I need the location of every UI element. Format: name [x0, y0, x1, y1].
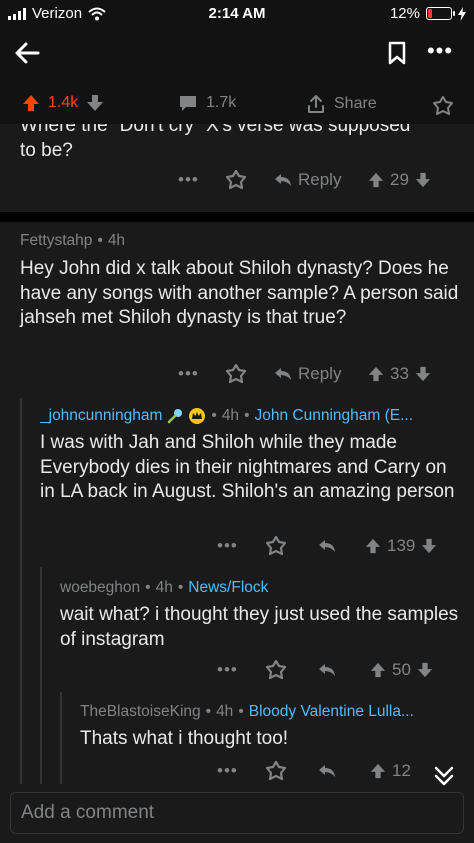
- more-options-icon[interactable]: •••: [217, 761, 238, 781]
- reply-arrow-icon[interactable]: [318, 764, 336, 778]
- comment-age: 4h: [221, 407, 240, 424]
- more-options-icon[interactable]: •••: [178, 364, 199, 384]
- upvote-arrow-icon[interactable]: [368, 172, 384, 188]
- comment-score: 139: [387, 536, 416, 555]
- award-icon[interactable]: [266, 660, 286, 680]
- comment-count: 1.7k: [206, 94, 237, 111]
- comment-text: Thats what i thought too!: [80, 728, 289, 749]
- comment-actions: ••• 139: [0, 532, 474, 560]
- comment-actions: ••• Reply 33: [0, 360, 474, 388]
- comment-actions: ••• Reply 29: [0, 166, 474, 194]
- user-flair: Bloody Valentine Lulla...: [248, 703, 414, 720]
- upvote-arrow-icon[interactable]: [370, 763, 386, 779]
- bookmark-icon[interactable]: [386, 40, 408, 66]
- status-bar: Verizon 2:14 AM 12%: [0, 0, 474, 28]
- upvote-arrow-icon[interactable]: [365, 538, 381, 554]
- divider: [0, 212, 474, 222]
- award-icon[interactable]: [266, 536, 286, 556]
- comment-actions: ••• 12: [0, 757, 474, 784]
- comment-partial: Where the "Don't cry" X's verse was supp…: [0, 124, 474, 212]
- more-options-icon[interactable]: •••: [426, 40, 454, 66]
- downvote-arrow-icon[interactable]: [417, 662, 433, 678]
- award-icon[interactable]: [226, 170, 246, 190]
- award-icon[interactable]: [433, 96, 453, 116]
- comment-author[interactable]: TheBlastoiseKing: [80, 703, 201, 721]
- reply-arrow-icon[interactable]: [318, 663, 336, 677]
- post-vote-group: 1.4k: [22, 94, 104, 112]
- downvote-arrow-icon[interactable]: [86, 94, 104, 112]
- comment-author[interactable]: Fettystahp: [20, 232, 92, 250]
- back-arrow-icon[interactable]: [12, 38, 42, 68]
- comment-age: 4h: [216, 703, 234, 720]
- battery-group: 12%: [390, 5, 466, 22]
- comment-meta: woebeghon • 4h • News/Flock: [60, 579, 269, 597]
- reply-button[interactable]: Reply: [274, 364, 341, 384]
- downvote-arrow-icon[interactable]: [421, 538, 437, 554]
- user-flair: John Cunningham (E...: [254, 407, 414, 424]
- more-options-icon[interactable]: •••: [217, 536, 238, 556]
- upvote-arrow-icon[interactable]: [370, 662, 386, 678]
- comment-score: 12: [392, 761, 411, 780]
- upvote-arrow-icon[interactable]: [368, 366, 384, 382]
- comment-bubble-icon: [180, 96, 196, 111]
- comment-score: 50: [392, 660, 411, 679]
- award-icon[interactable]: [266, 761, 286, 781]
- comment-text: I was with Jah and Shiloh while they mad…: [40, 432, 455, 502]
- comment-score: 33: [390, 364, 409, 383]
- add-comment-input[interactable]: Add a comment: [10, 792, 464, 834]
- comment-actions: ••• 50: [0, 656, 474, 684]
- charging-bolt-icon: [458, 6, 466, 21]
- share-button[interactable]: Share: [306, 94, 377, 114]
- downvote-arrow-icon[interactable]: [415, 172, 431, 188]
- vote-group: 12: [370, 761, 411, 781]
- comment-meta: _johncunningham • 4h • John Cunningham (…: [40, 407, 414, 425]
- downvote-arrow-icon[interactable]: [415, 366, 431, 382]
- share-icon: [308, 95, 324, 113]
- comment-score: 29: [390, 170, 409, 189]
- share-label: Share: [334, 95, 377, 112]
- post-comments-group[interactable]: 1.7k: [178, 94, 236, 112]
- vote-group: 33: [368, 364, 431, 384]
- comment-age: 4h: [107, 232, 126, 249]
- comment-author[interactable]: woebeghon: [60, 579, 140, 597]
- more-options-icon[interactable]: •••: [217, 660, 238, 680]
- crown-badge-icon: [189, 408, 206, 424]
- reply-arrow-icon: [275, 368, 291, 380]
- thread-line[interactable]: [20, 398, 22, 784]
- reply-button[interactable]: Reply: [274, 170, 341, 190]
- user-flair: News/Flock: [188, 579, 269, 596]
- comment-meta: Fettystahp • 4h: [20, 232, 126, 250]
- battery-icon: [426, 7, 455, 20]
- collapse-chevrons-icon[interactable]: [430, 762, 458, 790]
- comment-composer: Add a comment: [0, 784, 474, 843]
- comment-text: wait what? i thought they just used the …: [60, 604, 459, 650]
- microphone-icon: [168, 409, 183, 424]
- upvote-arrow-icon[interactable]: [22, 94, 40, 112]
- vote-group: 139: [365, 536, 437, 556]
- award-icon[interactable]: [226, 364, 246, 384]
- top-nav: •••: [0, 30, 474, 76]
- comment-thread: Fettystahp • 4h Hey John did x talk abou…: [0, 222, 474, 784]
- comment-age: 4h: [155, 579, 173, 596]
- vote-group: 50: [370, 660, 433, 680]
- post-action-bar: 1.4k 1.7k Share: [0, 88, 474, 124]
- comment-meta: TheBlastoiseKing • 4h • Bloody Valentine…: [80, 703, 414, 721]
- more-options-icon[interactable]: •••: [178, 170, 199, 190]
- reply-arrow-icon: [275, 174, 291, 186]
- comment-text: Where the "Don't cry" X's verse was supp…: [20, 124, 411, 161]
- comment-feed: Where the "Don't cry" X's verse was supp…: [0, 124, 474, 784]
- post-score: 1.4k: [48, 94, 79, 111]
- comment-author[interactable]: _johncunningham: [40, 407, 162, 425]
- reply-arrow-icon[interactable]: [318, 539, 336, 553]
- comment-text: Hey John did x talk about Shiloh dynasty…: [20, 258, 459, 328]
- battery-percent: 12%: [389, 5, 420, 22]
- vote-group: 29: [368, 170, 431, 190]
